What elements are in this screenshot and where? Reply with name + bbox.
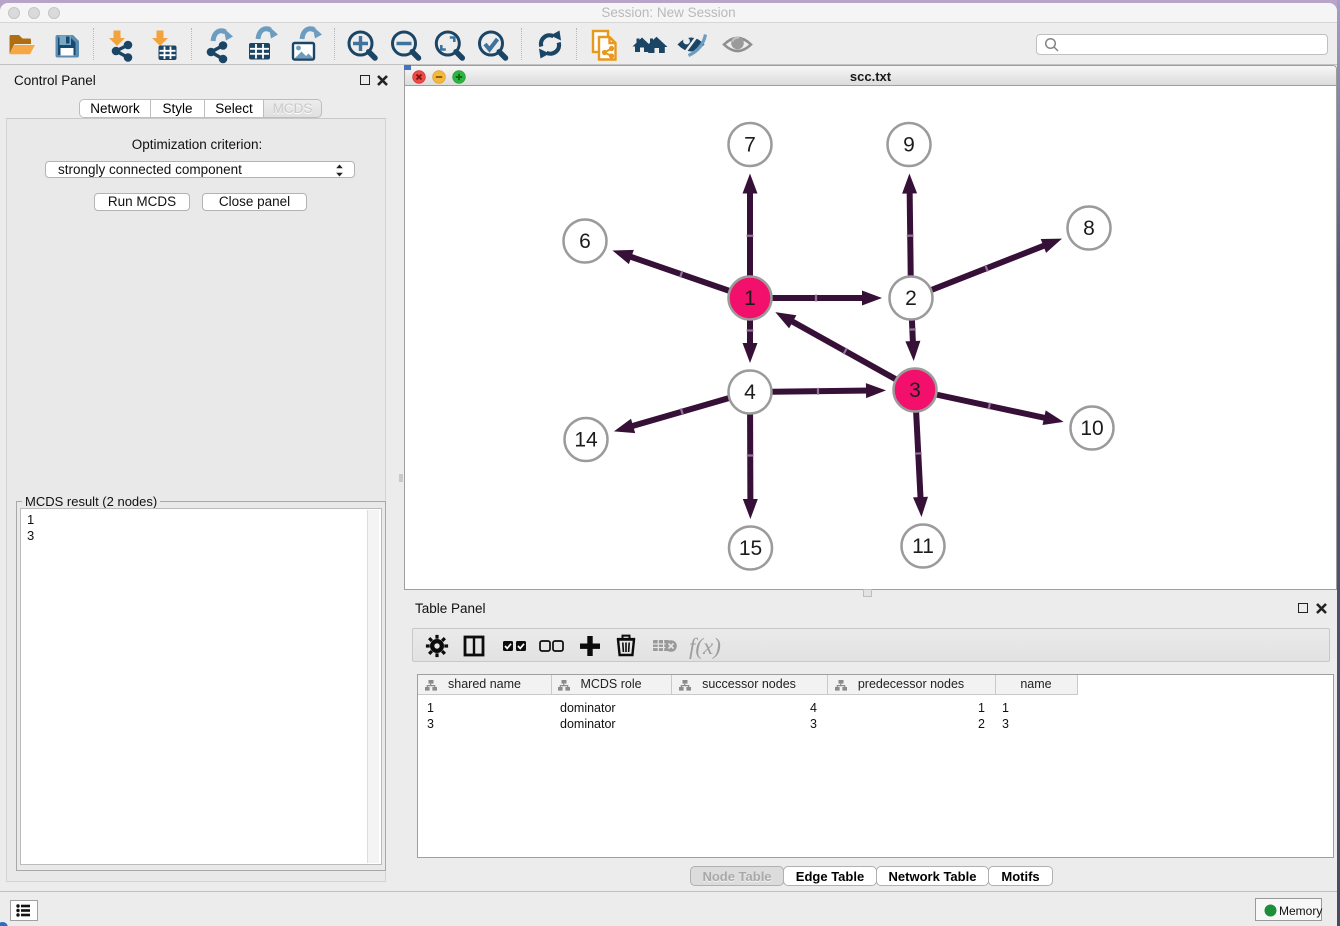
svg-text:3: 3 [909,379,921,402]
svg-text:1: 1 [744,287,756,310]
svg-text:15: 15 [739,537,762,560]
svg-text:10: 10 [1080,417,1103,440]
svg-text:4: 4 [744,381,756,404]
svg-text:f(x): f(x) [689,634,721,659]
svg-text:14: 14 [574,429,598,452]
svg-text:11: 11 [912,535,934,558]
svg-text:2: 2 [905,287,917,310]
svg-text:8: 8 [1083,217,1095,240]
svg-text:9: 9 [903,134,915,157]
svg-text:7: 7 [744,134,756,157]
svg-text:6: 6 [579,230,591,253]
